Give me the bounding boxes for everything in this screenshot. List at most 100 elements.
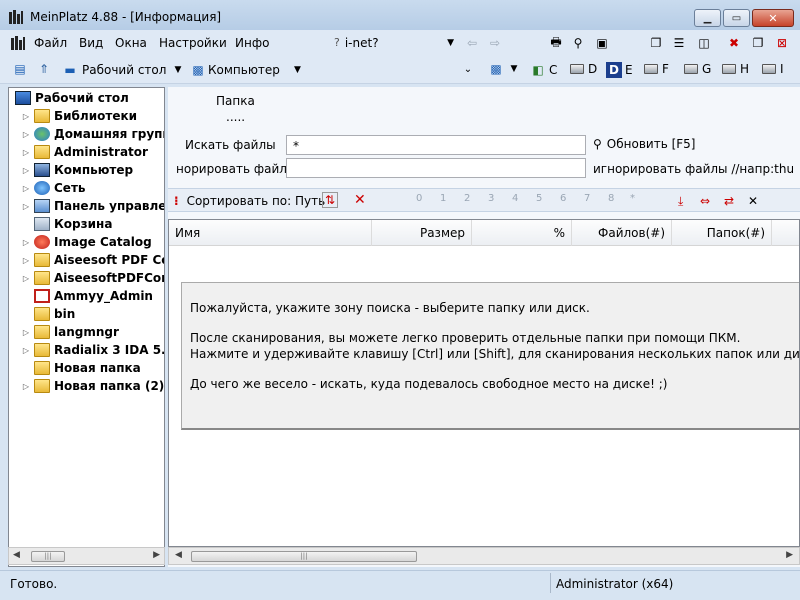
folder-up-icon[interactable]: ⇑ [36, 61, 52, 77]
tree-item-folder[interactable]: bin [34, 305, 75, 323]
drive-g[interactable]: G [684, 62, 711, 76]
menu-windows[interactable]: Окна [115, 36, 147, 50]
tree-item-folder[interactable]: Новая папка [34, 359, 141, 377]
drive-d[interactable]: D [570, 62, 597, 76]
level-7-icon[interactable]: 7 [584, 193, 590, 204]
level-1-icon[interactable]: 1 [440, 193, 446, 204]
table-horizontal-scrollbar[interactable]: ◀ ||| ▶ [168, 547, 800, 565]
print-icon[interactable]: 🖶 [548, 35, 564, 51]
maximize-button[interactable]: ▭ [723, 9, 750, 27]
column-name[interactable]: Имя [169, 220, 372, 246]
scroll-left-icon[interactable]: ◀ [13, 550, 20, 560]
expand-icon[interactable]: ▷ [21, 328, 31, 337]
expand-icon[interactable]: ▷ [21, 148, 31, 157]
tree-item-desktop[interactable]: Рабочий стол [15, 89, 129, 107]
export-icon[interactable]: ⤓ [678, 194, 683, 209]
level-all-icon[interactable]: * [630, 193, 635, 204]
tree-item-administrator[interactable]: ▷ Administrator [21, 143, 148, 161]
menu-settings[interactable]: Настройки [159, 36, 227, 50]
folder-tree[interactable]: Рабочий стол ▷ Библиотеки ▷ Домашняя групп… [8, 87, 165, 567]
back-icon[interactable]: ⇦ [464, 35, 480, 51]
close-button[interactable]: ✕ [752, 9, 794, 27]
menu-file[interactable]: Файл [34, 36, 67, 50]
sort-direction-icon[interactable]: ⇅ [322, 192, 339, 208]
level-0-icon[interactable]: 0 [416, 193, 422, 204]
expand-icon[interactable]: ▷ [21, 112, 31, 121]
search-files-input[interactable]: * [286, 135, 586, 155]
delete-icon[interactable]: ✕ [354, 192, 366, 208]
tile-vertical-icon[interactable]: ◫ [696, 35, 712, 51]
expand-icon[interactable]: ▷ [21, 184, 31, 193]
tree-item-folder[interactable]: ▷ AiseesoftPDFConverter [21, 269, 164, 287]
scroll-thumb[interactable]: ||| [31, 551, 65, 562]
cascade-windows-icon[interactable]: ❐ [648, 35, 664, 51]
tree-item-libraries[interactable]: ▷ Библиотеки [21, 107, 137, 125]
drive-h[interactable]: H [722, 62, 749, 76]
tree-item-folder[interactable]: ▷ Radialix 3 IDA 5.2 R [21, 341, 164, 359]
refresh-button[interactable]: ⚲ Обновить [F5] [593, 137, 695, 151]
app-menu-icon[interactable] [10, 35, 26, 51]
app-icon[interactable] [8, 9, 24, 25]
desktop-dropdown[interactable]: ▬ Рабочий стол ▼ [62, 62, 181, 78]
ignore-files-input[interactable] [286, 158, 586, 178]
drive-e[interactable]: DE [606, 62, 633, 78]
results-table[interactable]: Имя Размер % Файлов(#) Папок(#) Пожалуйс… [168, 219, 800, 547]
chevron-down-icon[interactable]: ▼ [506, 61, 522, 77]
scroll-right-icon[interactable]: ▶ [153, 550, 160, 560]
computer-dropdown[interactable]: ▩ Компьютер ▼ [190, 62, 301, 78]
sort-button[interactable]: ⁝ Сортировать по: Путь [174, 194, 325, 208]
level-6-icon[interactable]: 6 [560, 193, 566, 204]
drive-c[interactable]: ◧ C [530, 62, 557, 78]
expand-icon[interactable]: ▷ [21, 346, 31, 355]
scroll-left-icon[interactable]: ◀ [175, 550, 182, 560]
move-icon[interactable]: ⇄ [724, 194, 734, 208]
menu-info[interactable]: Инфо [235, 36, 269, 50]
tree-item-control-panel[interactable]: ▷ Панель управления [21, 197, 164, 215]
expand-icon[interactable]: ▷ [21, 274, 31, 283]
tree-item-homegroup[interactable]: ▷ Домашняя группа [21, 125, 164, 143]
forward-icon[interactable]: ⇨ [487, 35, 503, 51]
scroll-right-icon[interactable]: ▶ [786, 550, 793, 560]
tree-item-folder[interactable]: ▷ Новая папка (2) [21, 377, 164, 395]
expand-icon[interactable]: ▷ [21, 130, 31, 139]
menu-view[interactable]: Вид [79, 36, 103, 50]
tree-item-network[interactable]: ▷ Сеть [21, 179, 86, 197]
column-percent[interactable]: % [472, 220, 572, 246]
tree-horizontal-scrollbar[interactable]: ◀ ||| ▶ [8, 547, 165, 565]
close-all-icon[interactable]: ⊠ [774, 35, 790, 51]
drive-f[interactable]: F [644, 62, 669, 76]
column-folders[interactable]: Папок(#) [672, 220, 772, 246]
remove-icon[interactable]: ✕ [748, 194, 758, 208]
scroll-thumb[interactable]: ||| [191, 551, 417, 562]
level-3-icon[interactable]: 3 [488, 193, 494, 204]
level-5-icon[interactable]: 5 [536, 193, 542, 204]
close-window-icon[interactable]: ✖ [726, 35, 742, 51]
level-8-icon[interactable]: 8 [608, 193, 614, 204]
tree-item-folder[interactable]: ▷ Aiseesoft PDF Converter [21, 251, 164, 269]
tree-item-recycle-bin[interactable]: Корзина [34, 215, 112, 233]
expand-icon[interactable]: ▷ [21, 202, 31, 211]
double-chevron-down-icon[interactable]: ⌄ [460, 61, 476, 77]
tree-item-computer[interactable]: ▷ Компьютер [21, 161, 133, 179]
inet-dropdown[interactable]: ? i-net? ▼ [334, 33, 454, 52]
level-2-icon[interactable]: 2 [464, 193, 470, 204]
expand-icon[interactable]: ▷ [21, 256, 31, 265]
expand-icon[interactable]: ▷ [21, 166, 31, 175]
disk-icon[interactable]: ▣ [594, 35, 610, 51]
network-drive-icon[interactable]: ▩ [488, 61, 504, 77]
column-size[interactable]: Размер [372, 220, 472, 246]
tree-item-ammyy[interactable]: Ammyy_Admin [34, 287, 153, 305]
minimize-button[interactable]: ▁ [694, 9, 721, 27]
tree-item-folder[interactable]: ▷ langmngr [21, 323, 119, 341]
tree-item-image-catalog[interactable]: ▷ Image Catalog [21, 233, 152, 251]
tree-toggle-icon[interactable]: ▤ [12, 61, 28, 77]
expand-icon[interactable]: ▷ [21, 382, 31, 391]
tile-horizontal-icon[interactable]: ☰ [671, 35, 687, 51]
expand-collapse-icon[interactable]: ⇔ [700, 194, 710, 208]
search-icon[interactable]: ⚲ [570, 35, 586, 51]
column-files[interactable]: Файлов(#) [572, 220, 672, 246]
expand-icon[interactable]: ▷ [21, 238, 31, 247]
level-4-icon[interactable]: 4 [512, 193, 518, 204]
drive-i[interactable]: I [762, 62, 784, 76]
restore-window-icon[interactable]: ❐ [750, 35, 766, 51]
